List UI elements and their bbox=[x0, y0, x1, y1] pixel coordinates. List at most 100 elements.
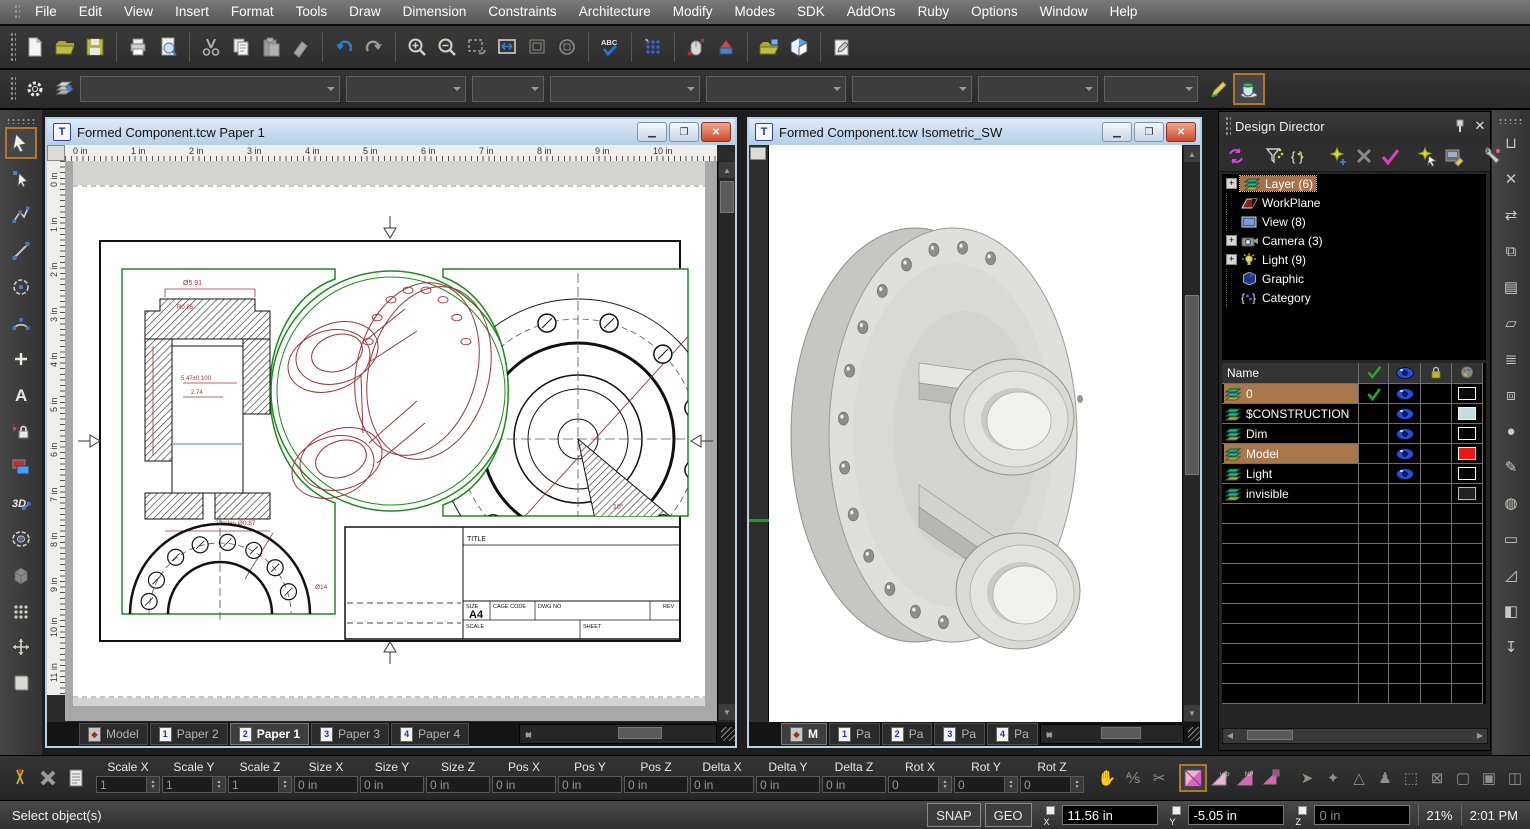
tool-swap-arrows[interactable]: ⇄ bbox=[1496, 200, 1526, 230]
layer-row-$construction[interactable]: $CONSTRUCTION bbox=[1222, 404, 1486, 424]
tab-model[interactable]: ◆Model bbox=[79, 723, 148, 745]
layer-visible-cell[interactable] bbox=[1389, 424, 1421, 444]
tool-select[interactable] bbox=[6, 128, 36, 158]
field-input[interactable]: 1▲▼ bbox=[228, 776, 292, 793]
tool-bend[interactable]: ◿ bbox=[1496, 560, 1526, 590]
box-a-icon[interactable]: ▢ bbox=[1450, 764, 1476, 792]
tool-dim-lock[interactable] bbox=[6, 416, 36, 446]
paste-icon[interactable] bbox=[256, 32, 286, 62]
mouse-settings-icon[interactable] bbox=[681, 32, 711, 62]
layer-lock-cell[interactable] bbox=[1421, 424, 1452, 444]
ruler-corner[interactable] bbox=[750, 147, 766, 160]
spinner[interactable]: ▲▼ bbox=[938, 777, 951, 792]
new-doc-icon[interactable] bbox=[20, 32, 50, 62]
field-input[interactable]: 0 in bbox=[822, 776, 886, 793]
tree-item-view[interactable]: View (8) bbox=[1222, 212, 1486, 231]
settings-gear-icon[interactable] bbox=[20, 74, 50, 104]
tree-item-camera[interactable]: +Camera (3) bbox=[1222, 231, 1486, 250]
tool-hatch-fill[interactable] bbox=[6, 452, 36, 482]
scroll-right-icon[interactable]: ▶ bbox=[521, 726, 537, 742]
tool-material-book[interactable] bbox=[6, 668, 36, 698]
tool-array-grid[interactable] bbox=[6, 596, 36, 626]
pencil-icon[interactable] bbox=[1204, 74, 1234, 104]
tool-schedule[interactable]: ≣ bbox=[1496, 344, 1526, 374]
wp-cp-icon[interactable] bbox=[1259, 766, 1283, 790]
zoom-window-icon[interactable] bbox=[462, 32, 492, 62]
spinner[interactable]: ▲▼ bbox=[1004, 777, 1017, 792]
layer-color-cell[interactable] bbox=[1452, 464, 1483, 484]
tool-modify-pencil[interactable]: ✎ bbox=[1496, 452, 1526, 482]
layer-lock-cell[interactable] bbox=[1421, 384, 1452, 404]
style-combo-0[interactable] bbox=[80, 76, 340, 102]
layer-color-cell[interactable] bbox=[1452, 484, 1483, 504]
tool-render-sphere[interactable]: ● bbox=[1496, 416, 1526, 446]
window-titlebar[interactable]: T Formed Component.tcw Paper 1 ▁ ❐ ✕ bbox=[47, 119, 735, 145]
snip-tool-icon[interactable]: ✂ bbox=[1146, 764, 1172, 792]
spell-check-icon[interactable]: ABC bbox=[595, 32, 625, 62]
tree-item-category[interactable]: {}Category bbox=[1222, 288, 1486, 307]
tab-pa[interactable]: 2Pa bbox=[882, 723, 933, 745]
style-combo-4[interactable] bbox=[706, 76, 846, 102]
tab-paper-1[interactable]: 2Paper 1 bbox=[230, 723, 309, 745]
layer-color-cell[interactable] bbox=[1452, 424, 1483, 444]
sync-icon[interactable] bbox=[1223, 143, 1249, 169]
aerial-view-icon[interactable] bbox=[552, 32, 582, 62]
menu-item-insert[interactable]: Insert bbox=[164, 0, 220, 24]
spinner[interactable]: ▲▼ bbox=[212, 777, 225, 792]
menu-item-edit[interactable]: Edit bbox=[68, 0, 113, 24]
tab-pa[interactable]: 4Pa bbox=[987, 723, 1038, 745]
tree-item-layer[interactable]: +Layer (6) bbox=[1222, 174, 1486, 193]
layer-visible-cell[interactable] bbox=[1389, 444, 1421, 464]
spinner[interactable]: ▲▼ bbox=[146, 777, 159, 792]
warn-triangle-icon[interactable]: △ bbox=[1346, 764, 1372, 792]
layer-name-cell[interactable]: invisible bbox=[1222, 484, 1359, 504]
minimize-button[interactable]: ▁ bbox=[637, 122, 667, 142]
image-edit-icon[interactable] bbox=[1441, 143, 1467, 169]
style-combo-7[interactable] bbox=[1104, 76, 1198, 102]
layer-visible-cell[interactable] bbox=[1389, 384, 1421, 404]
snap-star-icon[interactable]: ✦ bbox=[1320, 764, 1346, 792]
tool-point[interactable] bbox=[6, 344, 36, 374]
menu-item-architecture[interactable]: Architecture bbox=[568, 0, 662, 24]
tool-boolean-dice[interactable]: ◧ bbox=[1496, 596, 1526, 626]
star-add-icon[interactable] bbox=[1325, 143, 1351, 169]
tool-screw[interactable]: ↧ bbox=[1496, 632, 1526, 662]
x-coordinate-field[interactable]: 11.56 in bbox=[1062, 805, 1158, 825]
field-input[interactable]: 0 in bbox=[492, 776, 556, 793]
layer-visible-cell[interactable] bbox=[1389, 464, 1421, 484]
tab-pa[interactable]: 1Pa bbox=[829, 723, 880, 745]
cursor-tool-icon[interactable]: ➤ bbox=[1294, 764, 1320, 792]
pin-icon[interactable] bbox=[1450, 116, 1470, 136]
tool-no-draw[interactable]: ✕ bbox=[1496, 164, 1526, 194]
symbol-library-icon[interactable] bbox=[754, 32, 784, 62]
undo-icon[interactable] bbox=[329, 32, 359, 62]
pan-tool-icon[interactable]: ✋ bbox=[1094, 764, 1120, 792]
menu-item-tools[interactable]: Tools bbox=[285, 0, 339, 24]
expand-icon[interactable]: + bbox=[1226, 178, 1237, 189]
render-cube-icon[interactable] bbox=[784, 32, 814, 62]
menu-item-ruby[interactable]: Ruby bbox=[907, 0, 961, 24]
tool-container[interactable]: ◍ bbox=[1496, 488, 1526, 518]
vertical-scrollbar[interactable]: ▲ ▼ bbox=[717, 161, 735, 721]
menu-item-window[interactable]: Window bbox=[1029, 0, 1099, 24]
ruler-corner[interactable] bbox=[47, 145, 65, 161]
box-x-icon[interactable]: ⊠ bbox=[1424, 764, 1450, 792]
field-input[interactable]: 0▲▼ bbox=[954, 776, 1018, 793]
tool-eraser[interactable]: ▭ bbox=[1496, 524, 1526, 554]
design-director-header[interactable]: Design Director ✕ bbox=[1219, 112, 1490, 140]
layer-lock-cell[interactable] bbox=[1421, 464, 1452, 484]
field-input[interactable]: 0▲▼ bbox=[1020, 776, 1084, 793]
scroll-right-icon[interactable]: ▶ bbox=[1042, 726, 1058, 742]
scroll-thumb[interactable] bbox=[1101, 727, 1141, 739]
model-canvas-3d[interactable] bbox=[769, 145, 1182, 722]
tab-paper-2[interactable]: 1Paper 2 bbox=[150, 723, 228, 745]
minimize-button[interactable]: ▁ bbox=[1102, 122, 1132, 142]
expand-icon[interactable]: + bbox=[1226, 235, 1237, 246]
expand-icon[interactable]: + bbox=[1226, 254, 1237, 265]
frame-tool-icon[interactable]: ⬚ bbox=[1398, 764, 1424, 792]
clear-x-icon[interactable] bbox=[34, 764, 62, 792]
horizontal-scrollbar[interactable]: ◀▶ bbox=[1040, 724, 1185, 744]
menu-item-modify[interactable]: Modify bbox=[662, 0, 724, 24]
layer-stack-icon[interactable] bbox=[50, 74, 80, 104]
field-input[interactable]: 0 in bbox=[426, 776, 490, 793]
